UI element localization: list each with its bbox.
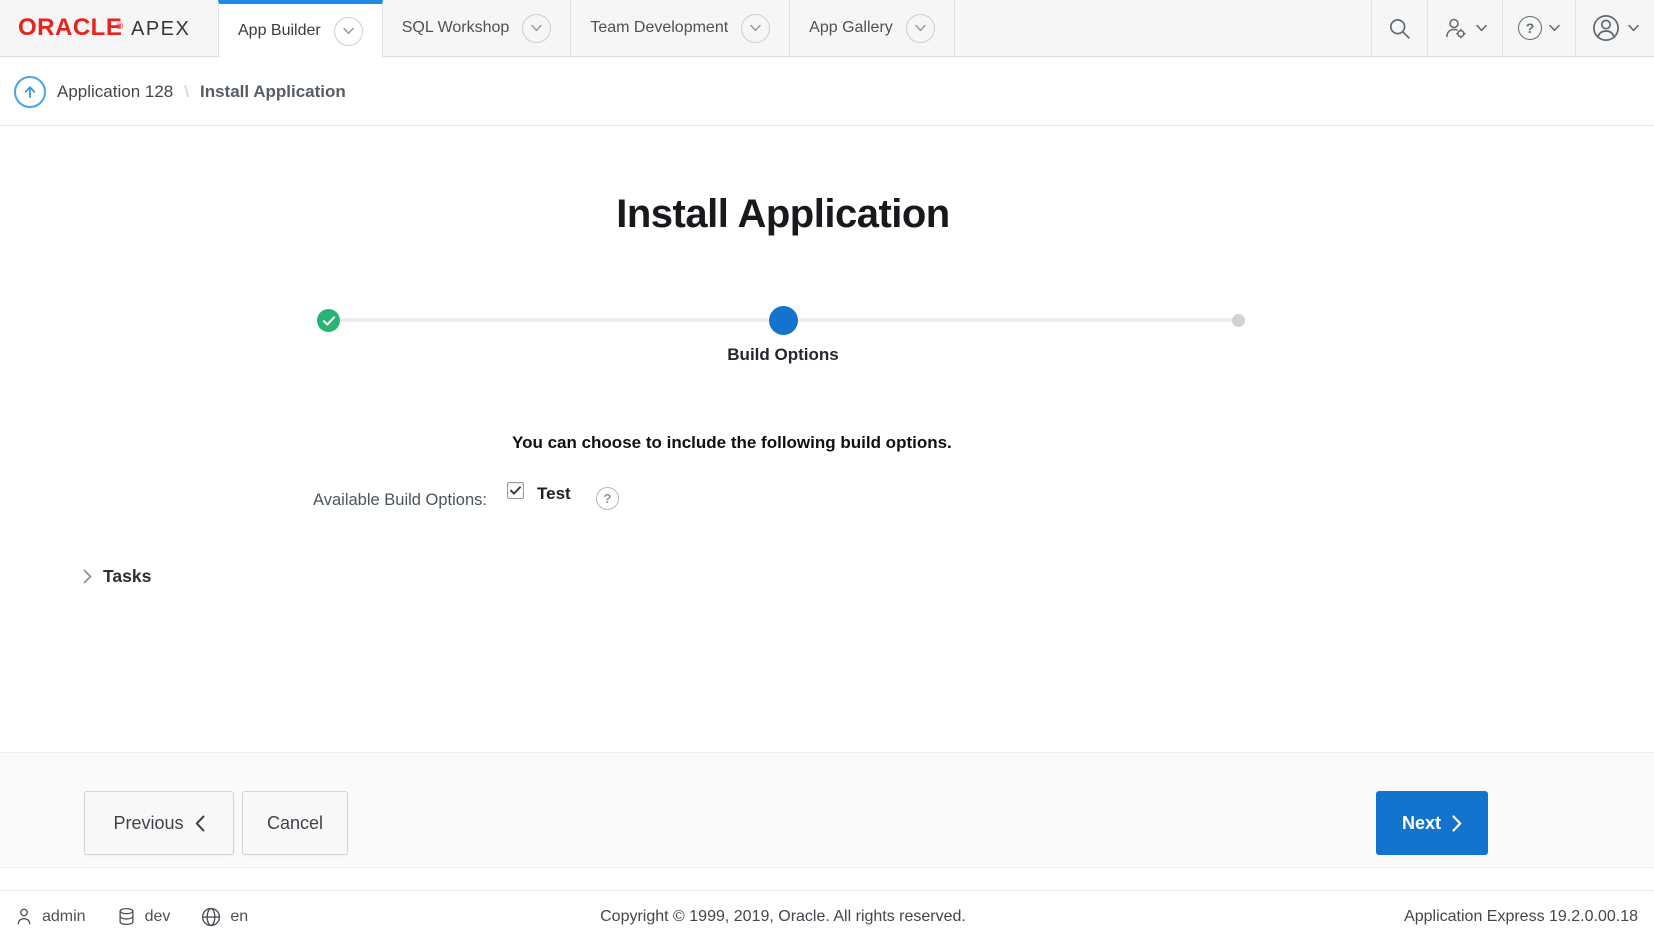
cancel-button[interactable]: Cancel <box>242 791 348 855</box>
tab-team-development[interactable]: Team Development <box>571 0 791 56</box>
account-menu-button[interactable] <box>1575 0 1654 56</box>
apex-wordmark: APEX <box>130 18 191 40</box>
tab-app-builder-label: App Builder <box>238 22 321 39</box>
registered-trademark-icon: ® <box>116 20 123 31</box>
account-icon <box>1591 13 1621 43</box>
breadcrumb-separator: \ <box>184 81 189 101</box>
chevron-down-icon <box>1628 24 1639 32</box>
chevron-down-circle-icon[interactable] <box>333 16 363 46</box>
check-icon <box>322 315 335 326</box>
administration-menu-button[interactable] <box>1427 0 1502 56</box>
chevron-down-circle-icon[interactable] <box>741 13 771 43</box>
tab-team-development-label: Team Development <box>590 19 729 36</box>
top-navigation-bar: ORACLE® APEX App Builder SQL Workshop Te… <box>0 0 1654 58</box>
search-icon <box>1387 16 1412 41</box>
next-button[interactable]: Next <box>1376 791 1488 855</box>
help-icon: ? <box>1518 16 1542 40</box>
breadcrumb-application-link[interactable]: Application 128 <box>57 82 173 102</box>
help-icon[interactable]: ? <box>596 487 619 510</box>
breadcrumb: Application 128 \ Install Application <box>0 58 1654 126</box>
next-button-label: Next <box>1401 812 1441 833</box>
wizard-step-current <box>769 306 798 335</box>
chevron-right-icon <box>83 569 92 584</box>
search-button[interactable] <box>1371 0 1427 56</box>
version-text: Application Express 19.2.0.00.18 <box>1404 907 1638 925</box>
tasks-expander[interactable]: Tasks <box>83 566 151 587</box>
help-menu-button[interactable]: ? <box>1502 0 1575 56</box>
test-checkbox-label[interactable]: Test <box>537 484 571 504</box>
up-arrow-button[interactable] <box>14 75 46 108</box>
chevron-down-icon <box>1549 24 1560 32</box>
breadcrumb-current-page: Install Application <box>200 81 346 101</box>
oracle-apex-logo[interactable]: ORACLE® APEX <box>0 14 218 42</box>
build-options-field-label: Available Build Options: <box>313 491 487 509</box>
previous-button-label: Previous <box>113 812 184 833</box>
test-build-option-checkbox[interactable] <box>507 482 524 499</box>
checkmark-icon <box>510 486 521 495</box>
copyright-text: Copyright © 1999, 2019, Oracle. All righ… <box>600 907 966 925</box>
tasks-label: Tasks <box>103 566 152 586</box>
chevron-right-icon <box>1452 814 1462 832</box>
wizard-step-upcoming <box>1232 314 1245 327</box>
primary-tabs: App Builder SQL Workshop Team Developmen… <box>218 0 955 58</box>
tab-sql-workshop[interactable]: SQL Workshop <box>383 0 572 56</box>
chevron-down-icon <box>1476 24 1487 32</box>
oracle-wordmark: ORACLE® <box>18 14 123 41</box>
cancel-button-label: Cancel <box>266 812 324 833</box>
chevron-down-circle-icon[interactable] <box>522 13 552 43</box>
chevron-left-icon <box>195 815 205 832</box>
header-actions: ? <box>1371 0 1654 56</box>
tab-sql-workshop-label: SQL Workshop <box>401 19 510 36</box>
wizard-step-complete <box>317 309 340 332</box>
footer: admin dev en Copyright © 1999, 2019, Ora… <box>0 890 1654 942</box>
tab-app-gallery[interactable]: App Gallery <box>790 0 955 56</box>
tab-app-builder[interactable]: App Builder <box>218 0 383 58</box>
arrow-up-icon <box>22 84 38 100</box>
previous-button[interactable]: Previous <box>84 791 234 855</box>
chevron-down-circle-icon[interactable] <box>905 13 935 43</box>
tab-app-gallery-label: App Gallery <box>809 19 893 36</box>
wizard-button-bar: Previous Cancel Next <box>0 752 1654 868</box>
page-title: Install Application <box>616 192 950 236</box>
instruction-text: You can choose to include the following … <box>512 433 952 452</box>
admin-tools-icon <box>1443 16 1469 40</box>
wizard-step-label: Build Options <box>727 345 839 364</box>
